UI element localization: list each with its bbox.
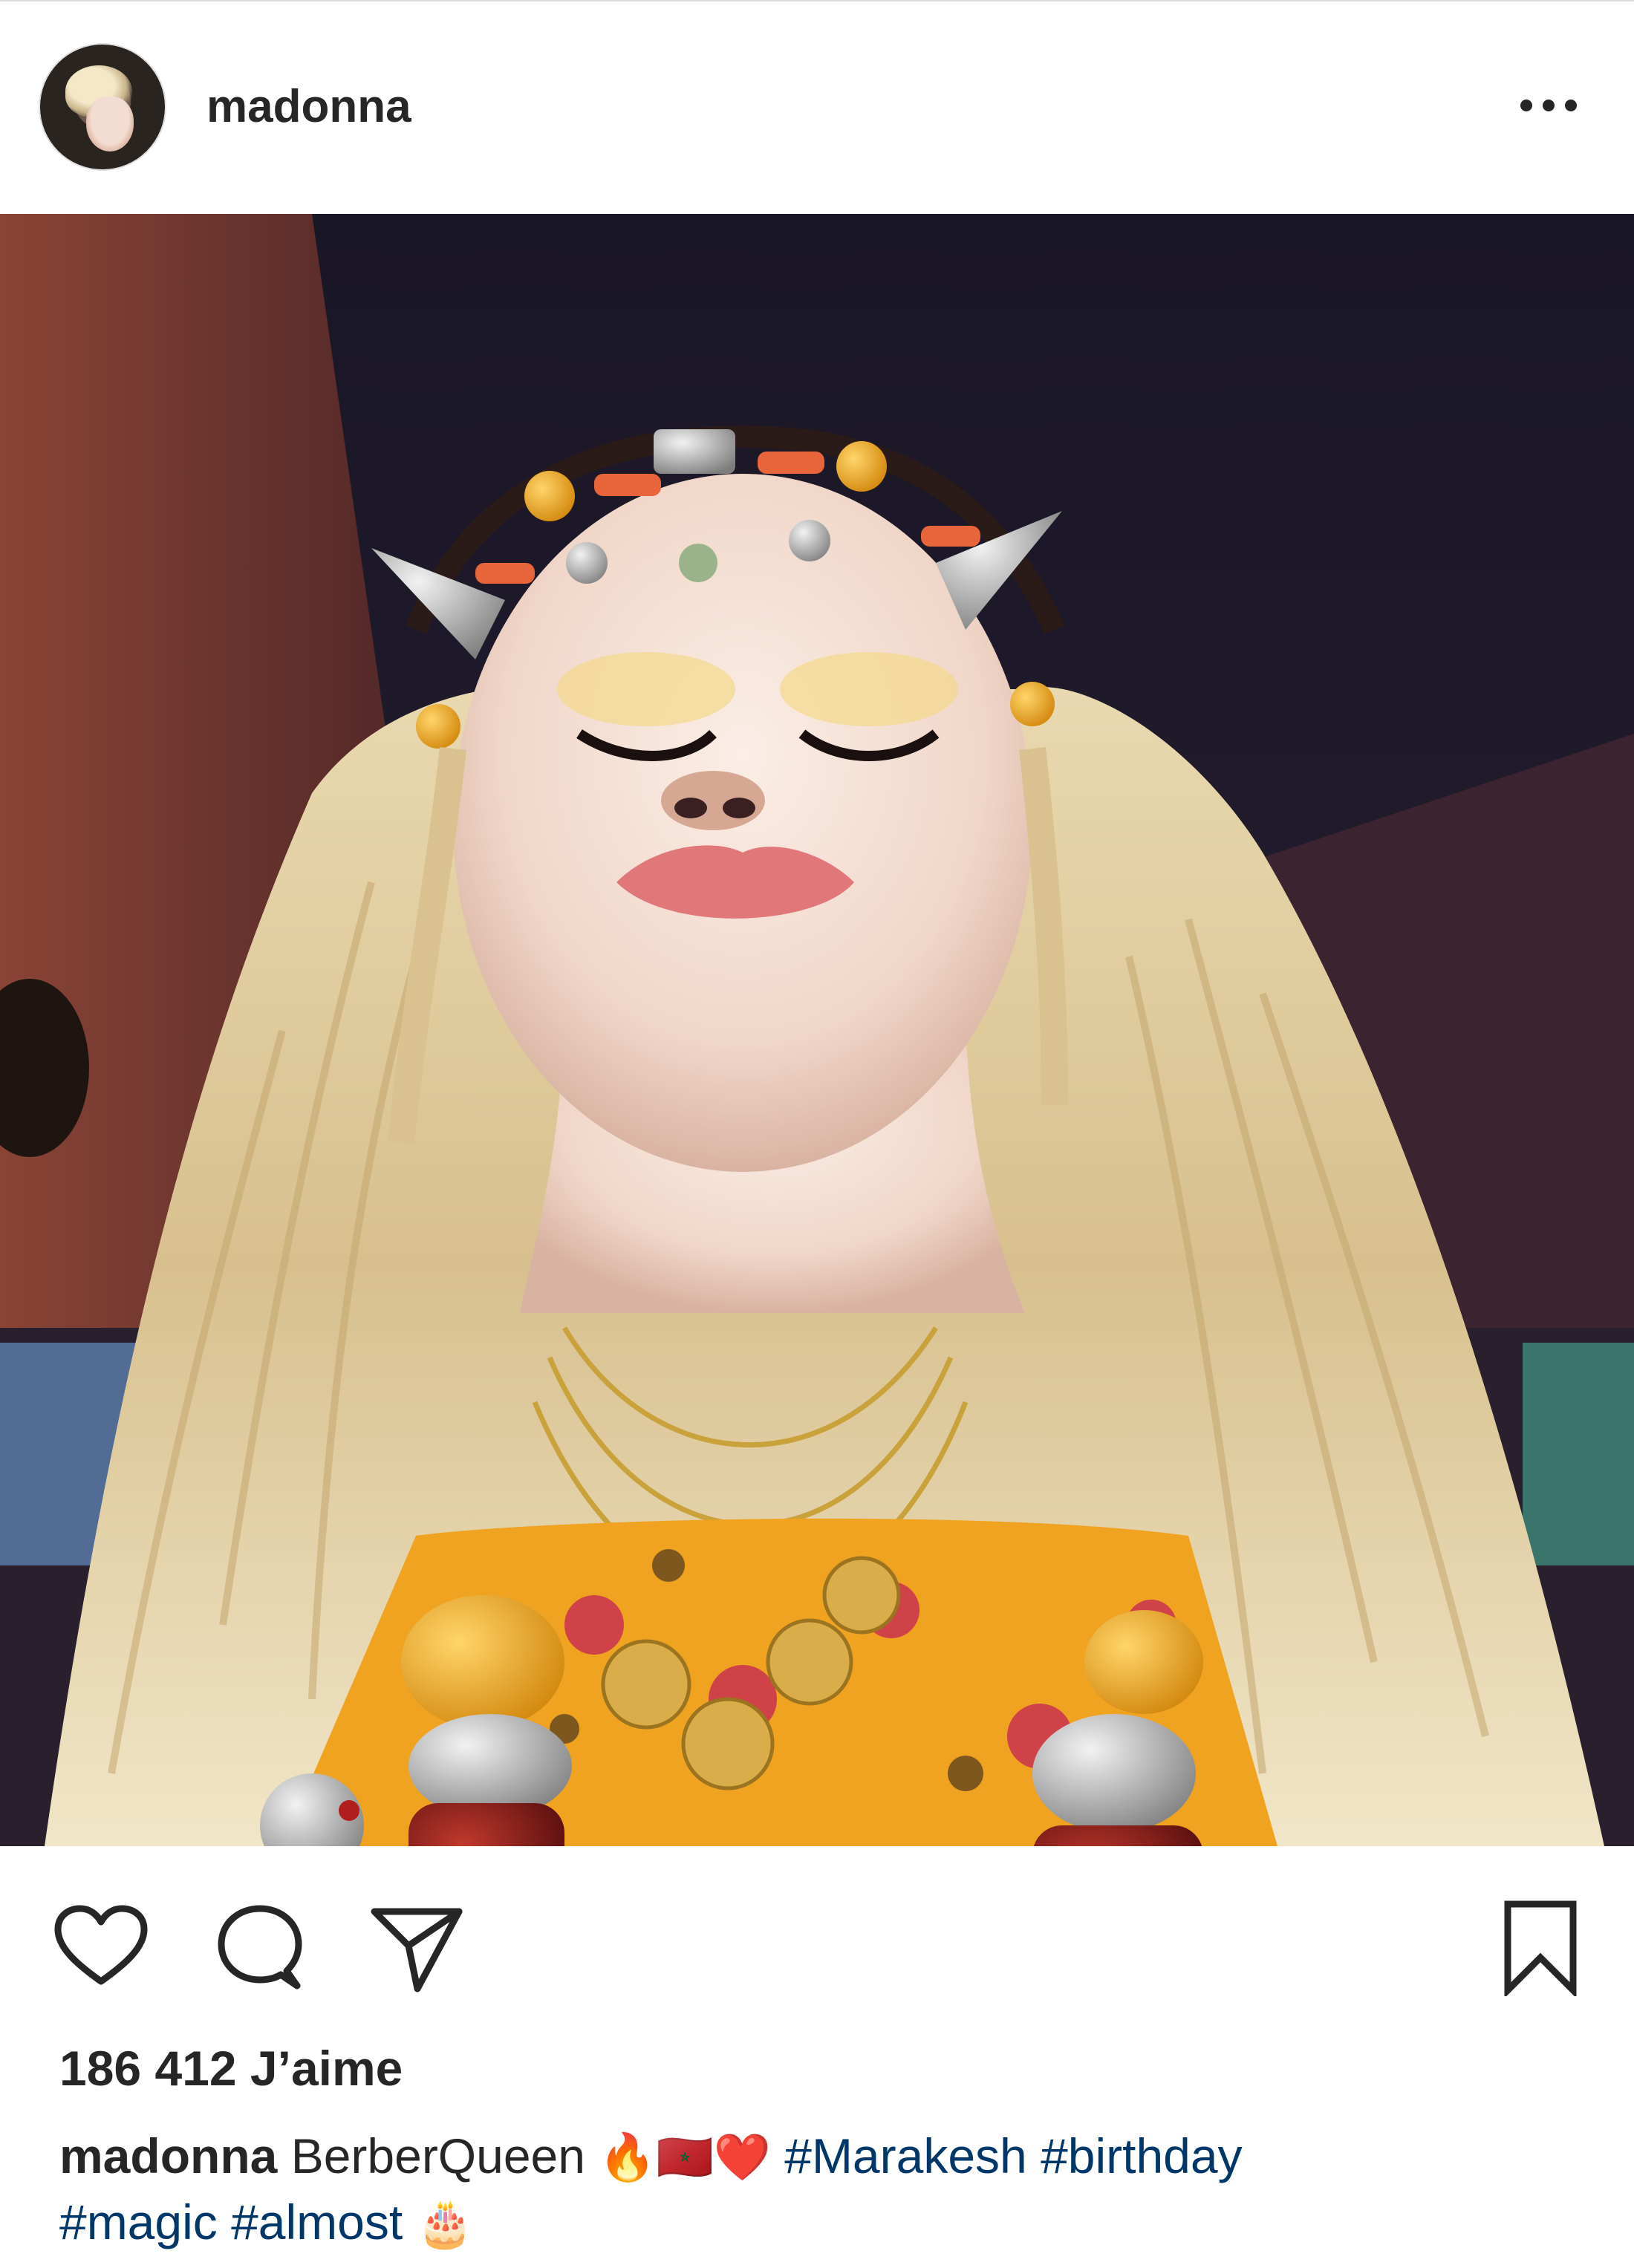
cake-emoji: 🎂 bbox=[416, 2198, 474, 2249]
post-caption: madonna BerberQueen 🔥🇲🇦❤️ #Marakesh #bir… bbox=[59, 2124, 1589, 2256]
comment-icon[interactable] bbox=[214, 1903, 306, 1995]
more-options-icon[interactable] bbox=[1508, 83, 1589, 128]
caption-text: BerberQueen bbox=[290, 2128, 585, 2183]
instagram-post: madonna 186 412 J’aime madonna BerberQue… bbox=[0, 0, 1634, 2268]
post-header: madonna bbox=[0, 0, 1634, 215]
photo-illustration bbox=[0, 214, 1634, 1846]
likes-count[interactable]: 186 412 J’aime bbox=[59, 2039, 403, 2097]
heart-icon[interactable] bbox=[53, 1904, 149, 1987]
paper-plane-icon[interactable] bbox=[368, 1904, 465, 1995]
caption-emojis: 🔥🇲🇦❤️ bbox=[599, 2132, 771, 2183]
caption-username[interactable]: madonna bbox=[59, 2128, 277, 2183]
header-username[interactable]: madonna bbox=[206, 80, 411, 134]
action-bar bbox=[0, 1846, 1634, 1996]
caption-hashtags-line2[interactable]: #magic #almost bbox=[59, 2194, 403, 2249]
post-photo[interactable] bbox=[0, 214, 1634, 1846]
avatar[interactable] bbox=[40, 45, 165, 169]
bookmark-icon[interactable] bbox=[1502, 1900, 1579, 1996]
caption-hashtags-line1[interactable]: #Marakesh #birthday bbox=[784, 2128, 1242, 2183]
